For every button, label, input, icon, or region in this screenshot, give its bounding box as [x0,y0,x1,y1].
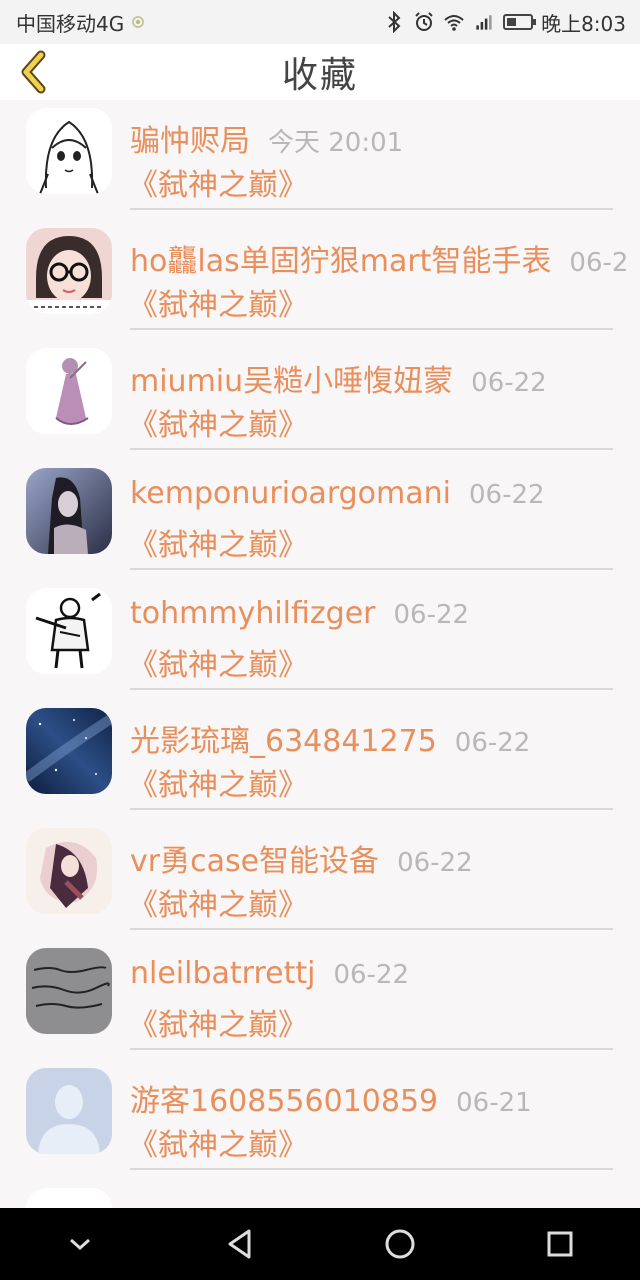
avatar [26,708,112,794]
divider [130,568,613,570]
bluetooth-icon [388,11,401,33]
home-circle-icon [385,1229,415,1259]
timestamp: 06-22 [397,848,473,878]
nav-back-button[interactable] [210,1214,270,1274]
system-nav-bar [0,1208,640,1280]
status-right: 晚上8:03 [383,8,626,37]
user-name: tohmmyhilfizger [130,596,376,631]
book-title: 《弑神之巅》 [128,288,308,323]
divider [130,448,613,450]
book-title: 《弑神之巅》 [128,1128,308,1163]
nav-recents-button[interactable] [530,1214,590,1274]
list-item[interactable]: vr勇case智能设备 06-22 《弑神之巅》 [0,820,640,940]
list-item[interactable]: ho龘las单固狞狠mart智能手表 06-2 《弑神之巅》 [0,220,640,340]
list-item[interactable]: miumiu吴糙小唾愎妞蒙 06-22 《弑神之巅》 [0,340,640,460]
user-name: kemponurioargomani [130,476,451,511]
avatar [26,228,112,314]
battery-icon [503,14,537,30]
avatar [26,348,112,434]
status-bar: 中国移动4G 晚上8:03 [0,0,640,44]
list-item[interactable]: nleilbatrrettj 06-22 《弑神之巅》 [0,940,640,1060]
user-name: ho龘las单固狞狠mart智能手表 [130,244,552,279]
timestamp: 06-22 [393,600,470,630]
timestamp: 06-2 [569,248,629,278]
user-name: miumiu吴糙小唾愎妞蒙 [130,364,454,399]
alarm-icon [415,12,433,31]
user-name: nleilbatrrettj [130,956,316,991]
back-triangle-icon [228,1229,251,1259]
book-title: 《弑神之巅》 [128,888,308,923]
avatar [26,108,112,194]
favorites-list: 骗忡赆局 今天 20:01 《弑神之巅》 ho龘las单固狞狠mart智能手表 … [0,100,640,1208]
chevron-down-icon [70,1238,90,1251]
divider [130,208,613,210]
list-item-partial[interactable] [0,1180,640,1208]
chevron-left-icon [21,50,46,94]
avatar [26,588,112,674]
user-name: 游客1608556010859 [130,1084,439,1119]
cellular-signal-icon [476,15,492,30]
carrier-label: 中国移动4G [16,11,125,36]
user-name: vr勇case智能设备 [130,844,380,879]
avatar [26,1188,112,1208]
divider [130,808,613,810]
page-title: 收藏 [281,55,358,96]
divider [130,1168,613,1170]
book-title: 《弑神之巅》 [128,528,308,563]
recents-square-icon [547,1231,573,1257]
timestamp: 今天 20:01 [268,128,404,158]
divider [130,688,613,690]
back-button[interactable] [12,50,56,94]
divider [130,328,613,330]
divider [130,928,613,930]
list-item[interactable]: kemponurioargomani 06-22 《弑神之巅》 [0,460,640,580]
wifi-icon [444,15,464,31]
timestamp: 06-22 [454,728,531,758]
list-item[interactable]: tohmmyhilfizger 06-22 《弑神之巅》 [0,580,640,700]
nav-home-button[interactable] [370,1214,430,1274]
avatar [26,468,112,554]
book-title: 《弑神之巅》 [128,408,308,443]
book-title: 《弑神之巅》 [128,1008,308,1043]
user-name: 骗忡赆局 [130,124,250,159]
avatar [26,948,112,1034]
list-item[interactable]: 游客1608556010859 06-21 《弑神之巅》 [0,1060,640,1180]
timestamp: 06-22 [471,368,547,398]
timestamp: 06-22 [333,960,410,990]
default-user-icon [26,1068,112,1154]
timestamp: 06-21 [456,1088,532,1118]
list-item[interactable]: 骗忡赆局 今天 20:01 《弑神之巅》 [0,100,640,220]
user-name: 光影琉璃_634841275 [130,724,437,759]
book-title: 《弑神之巅》 [128,168,308,203]
book-title: 《弑神之巅》 [128,768,308,803]
nav-collapse-button[interactable] [50,1214,110,1274]
clock: 晚上8:03 [541,11,626,36]
app-header: 收藏 [0,44,640,100]
avatar [26,828,112,914]
status-left: 中国移动4G [16,8,145,37]
book-title: 《弑神之巅》 [128,648,308,683]
list-item[interactable]: 光影琉璃_634841275 06-22 《弑神之巅》 [0,700,640,820]
signal-indicator-icon [132,16,145,28]
divider [130,1048,613,1050]
timestamp: 06-22 [468,480,545,510]
